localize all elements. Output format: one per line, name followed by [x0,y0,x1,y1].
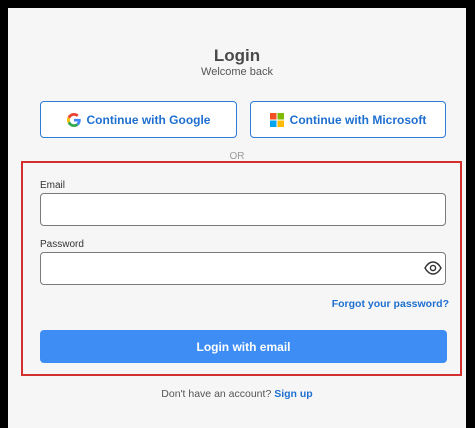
google-icon [66,112,81,127]
page-subtitle: Welcome back [201,66,273,78]
continue-with-google-button[interactable]: Continue with Google [40,101,237,138]
continue-with-microsoft-button[interactable]: Continue with Microsoft [250,101,446,138]
microsoft-icon [269,112,284,127]
signup-row: Don't have an account? Sign up [8,388,466,400]
login-with-email-button[interactable]: Login with email [40,330,447,363]
page-title: Login [213,46,261,65]
password-label: Password [40,239,84,250]
google-button-label: Continue with Google [86,112,211,127]
signup-prompt: Don't have an account? [161,388,272,400]
eye-icon[interactable] [424,261,442,275]
signup-link[interactable]: Sign up [274,388,313,400]
microsoft-button-label: Continue with Microsoft [289,112,427,127]
email-label: Email [40,180,66,191]
password-field[interactable] [40,252,446,285]
forgot-password-link[interactable]: Forgot your password? [332,298,449,310]
email-field[interactable] [40,193,446,226]
login-page: Login Welcome back Continue with Google … [8,8,466,428]
